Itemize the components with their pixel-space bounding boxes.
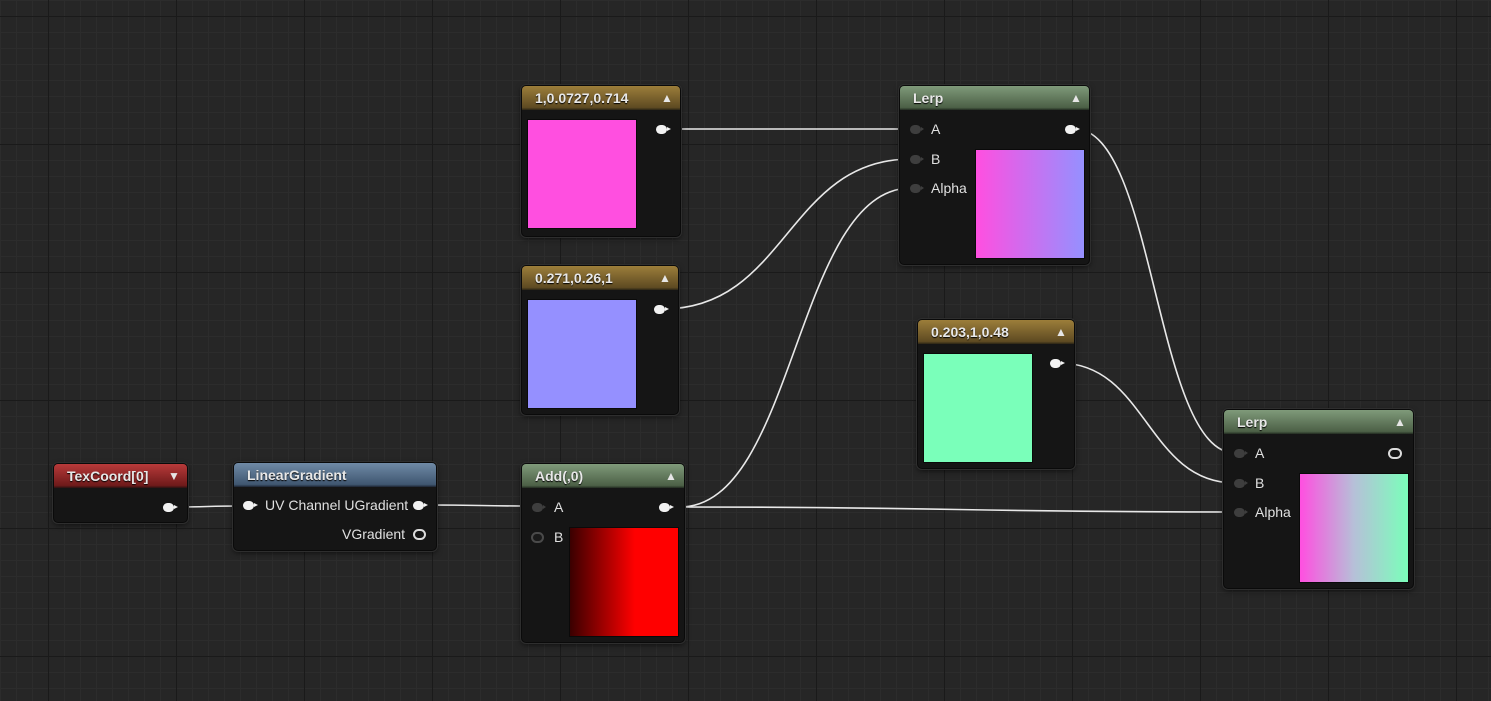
node-title: Lerp [900, 86, 1089, 110]
node-title: 0.271,0.26,1 [522, 266, 678, 290]
lerp-node-top[interactable]: Lerp ▲ A B Alpha [899, 85, 1090, 265]
lerp-node-bottom[interactable]: Lerp ▲ A B Alpha [1223, 409, 1414, 589]
pin-label-b: B [554, 529, 564, 545]
pin-label-vgradient: VGradient [342, 526, 406, 542]
chevron-up-icon[interactable]: ▲ [1054, 320, 1068, 344]
input-pin-a[interactable] [532, 503, 546, 512]
lerp-preview [975, 149, 1085, 259]
output-pin[interactable] [1065, 125, 1080, 134]
connection-wire [679, 187, 912, 508]
uv-input-pin[interactable] [243, 501, 258, 510]
output-pin[interactable] [1050, 359, 1065, 368]
output-pin[interactable] [654, 305, 669, 314]
node-title: LinearGradient [234, 463, 436, 487]
linear-gradient-node[interactable]: LinearGradient UV Channel UGradient VGra… [233, 462, 437, 551]
lerp-preview [1299, 473, 1409, 583]
output-pin[interactable] [1388, 448, 1402, 459]
input-pin-b[interactable] [910, 155, 924, 164]
chevron-up-icon[interactable]: ▲ [658, 266, 672, 290]
color-preview-swatch [527, 119, 637, 229]
input-pin-alpha[interactable] [1234, 508, 1248, 517]
color-preview-swatch [923, 353, 1033, 463]
input-pin-b[interactable] [531, 532, 544, 543]
pin-label-alpha: Alpha [1255, 504, 1291, 520]
pin-label-a: A [1255, 445, 1265, 461]
constant3vector-node-pink[interactable]: 1,0.0727,0.714 ▲ [521, 85, 681, 237]
output-pin[interactable] [659, 503, 674, 512]
constant3vector-node-purple[interactable]: 0.271,0.26,1 ▲ [521, 265, 679, 415]
connection-wire [1058, 362, 1236, 484]
node-title: 0.203,1,0.48 [918, 320, 1074, 344]
connection-wire [427, 504, 534, 507]
pin-label-b: B [1255, 475, 1265, 491]
node-title: 1,0.0727,0.714 [522, 86, 680, 110]
add-node[interactable]: Add(,0) ▲ A B [521, 463, 685, 643]
input-pin-b[interactable] [1234, 479, 1248, 488]
chevron-up-icon[interactable]: ▲ [1069, 86, 1083, 110]
output-pin[interactable] [656, 125, 671, 134]
pin-label-ugradient: UV Channel UGradient [265, 497, 409, 513]
pin-label-b: B [931, 151, 941, 167]
chevron-up-icon[interactable]: ▲ [1393, 410, 1407, 434]
node-title: Lerp [1224, 410, 1413, 434]
output-pin[interactable] [163, 503, 178, 512]
connection-wire [662, 158, 912, 310]
pin-label-alpha: Alpha [931, 180, 967, 196]
ugradient-output-pin[interactable] [413, 501, 428, 510]
chevron-up-icon[interactable]: ▲ [664, 464, 678, 488]
wire-layer [171, 128, 1236, 513]
input-pin-a[interactable] [910, 125, 924, 134]
pin-label-a: A [554, 499, 564, 515]
color-preview-swatch [527, 299, 637, 409]
input-pin-alpha[interactable] [910, 184, 924, 193]
connection-wire [679, 506, 1236, 513]
connection-wire [1074, 128, 1236, 454]
constant3vector-node-green[interactable]: 0.203,1,0.48 ▲ [917, 319, 1075, 469]
input-pin-a[interactable] [1234, 449, 1248, 458]
vgradient-output-pin[interactable] [413, 529, 426, 540]
pin-label-a: A [931, 121, 941, 137]
chevron-up-icon[interactable]: ▲ [660, 86, 674, 110]
node-title: Add(,0) [522, 464, 684, 488]
texcoord-node[interactable]: TexCoord[0] ▼ [53, 463, 188, 523]
add-preview [569, 527, 679, 637]
chevron-down-icon[interactable]: ▼ [167, 464, 181, 488]
